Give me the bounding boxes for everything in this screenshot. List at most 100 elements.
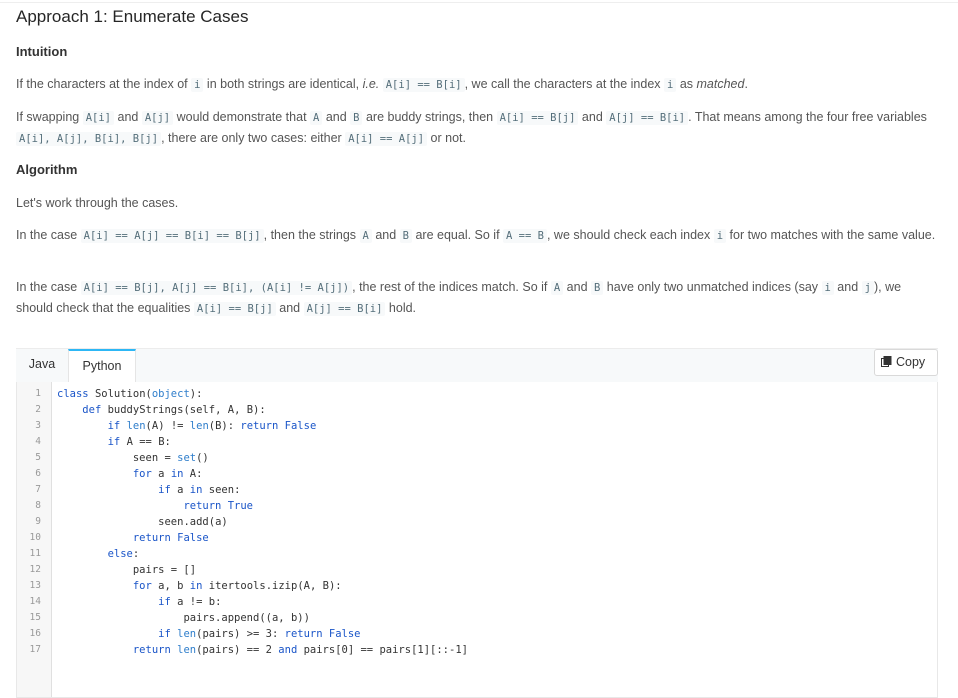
paragraph-text: and bbox=[275, 301, 304, 315]
paragraph-text: are equal. So if bbox=[412, 228, 504, 242]
inline-code: A[i] == A[j] == B[i] == B[j] bbox=[80, 229, 264, 243]
code-text: if A == B: bbox=[107, 436, 171, 448]
inline-code: A[j] bbox=[141, 111, 174, 125]
code-text: pairs.append((a, b)) bbox=[183, 612, 310, 624]
emphasis-text: i.e. bbox=[362, 77, 380, 91]
paragraph-text: would demonstrate that bbox=[173, 110, 311, 124]
inline-code: i bbox=[713, 229, 727, 243]
line-number: 9 bbox=[35, 516, 41, 527]
line-number: 15 bbox=[29, 612, 41, 623]
inline-code: i bbox=[191, 78, 204, 92]
paragraph-text: In the case bbox=[16, 280, 81, 294]
copy-button[interactable]: Copy bbox=[874, 349, 938, 376]
language-tabs: Java Python bbox=[16, 348, 938, 383]
paragraph-text: In the case bbox=[16, 228, 81, 242]
code-text: seen.add(a) bbox=[158, 516, 228, 528]
paragraph-text: and bbox=[322, 110, 351, 124]
paragraph-text: Let's work through the cases. bbox=[16, 196, 179, 210]
code-text: if len(A) != len(B): return False bbox=[107, 420, 317, 432]
paragraph-text: If the characters at the index of bbox=[16, 77, 192, 91]
paragraph-text: . That means among the four free variabl… bbox=[688, 110, 927, 124]
intuition-paragraph-2: If swapping A[i] and A[j] would demonstr… bbox=[16, 107, 936, 149]
paragraph-text: or not. bbox=[427, 131, 466, 145]
code-text: return True bbox=[183, 500, 253, 512]
code-text: for a in A: bbox=[132, 468, 203, 480]
line-number: 17 bbox=[29, 644, 41, 655]
line-number: 10 bbox=[29, 532, 41, 543]
line-number: 16 bbox=[29, 628, 41, 639]
paragraph-text: , the rest of the indices match. So if bbox=[352, 280, 551, 294]
line-number: 8 bbox=[35, 500, 41, 511]
paragraph-text: , we should check each index bbox=[546, 228, 714, 242]
line-number: 4 bbox=[35, 436, 41, 447]
code-text: return len(pairs) == 2 and pairs[0] == p… bbox=[132, 644, 468, 656]
tab-python[interactable]: Python bbox=[68, 349, 136, 383]
line-number: 7 bbox=[35, 484, 41, 495]
paragraph-text: are buddy strings, then bbox=[362, 110, 497, 124]
inline-code: A[j] == B[i] bbox=[303, 302, 386, 316]
inline-code: A[i] == B[j], A[j] == B[i], (A[i] != A[j… bbox=[80, 281, 353, 295]
line-number: 14 bbox=[29, 596, 41, 607]
algorithm-paragraph-1: Let's work through the cases. bbox=[16, 193, 936, 213]
inline-code: A bbox=[310, 111, 323, 125]
paragraph-text: and bbox=[563, 280, 591, 294]
paragraph-text: , there are only two cases: either bbox=[161, 131, 346, 145]
top-divider bbox=[0, 2, 958, 3]
code-text: class Solution(object): bbox=[57, 388, 203, 400]
line-number: 2 bbox=[35, 404, 41, 415]
line-number: 3 bbox=[35, 420, 41, 431]
line-number: 12 bbox=[29, 564, 41, 575]
inline-code: i bbox=[664, 78, 677, 92]
algorithm-paragraph-2: In the case A[i] == A[j] == B[i] == B[j]… bbox=[16, 225, 936, 246]
paragraph-text: have only two unmatched indices (say bbox=[603, 280, 822, 294]
paragraph-text: , we call the characters at the index bbox=[464, 77, 665, 91]
inline-code: B bbox=[591, 281, 604, 295]
emphasis-text: matched bbox=[696, 77, 745, 91]
algorithm-paragraph-3: In the case A[i] == B[j], A[j] == B[i], … bbox=[16, 277, 936, 319]
paragraph-text: hold. bbox=[385, 301, 417, 315]
inline-code: B bbox=[350, 111, 363, 125]
code-text: def buddyStrings(self, A, B): bbox=[82, 404, 266, 416]
intuition-heading: Intuition bbox=[16, 44, 68, 59]
paragraph-text: and bbox=[114, 110, 142, 124]
paragraph-text: as bbox=[676, 77, 697, 91]
paragraph-text: If swapping bbox=[16, 110, 83, 124]
paragraph-text: . bbox=[744, 77, 748, 91]
inline-code: A[i] == B[i] bbox=[382, 78, 465, 92]
paragraph-text: for two matches with the same value. bbox=[726, 228, 936, 242]
tab-java[interactable]: Java bbox=[16, 349, 68, 382]
code-text: return False bbox=[132, 532, 209, 544]
inline-code: A[j] == B[i] bbox=[606, 111, 689, 125]
code-text: pairs = [] bbox=[132, 564, 197, 576]
paragraph-text: and bbox=[371, 228, 400, 242]
code-text: if a != b: bbox=[158, 596, 222, 608]
inline-code: A[i] bbox=[82, 111, 115, 125]
line-number: 6 bbox=[35, 468, 41, 479]
code-text: if a in seen: bbox=[158, 484, 241, 496]
page-title: Approach 1: Enumerate Cases bbox=[16, 7, 249, 26]
inline-code: A bbox=[550, 281, 564, 295]
inline-code: B bbox=[399, 229, 412, 243]
copy-icon bbox=[881, 356, 892, 367]
line-number: 13 bbox=[29, 580, 41, 591]
code-text: else: bbox=[107, 548, 140, 560]
code-text: for a, b in itertools.izip(A, B): bbox=[132, 580, 342, 592]
inline-code: A bbox=[359, 229, 372, 243]
paragraph-text: in both strings are identical, bbox=[203, 77, 363, 91]
code-text: seen = set() bbox=[132, 452, 209, 464]
algorithm-heading: Algorithm bbox=[16, 162, 78, 177]
inline-code: A[i] == A[j] bbox=[345, 132, 428, 146]
code-text: if len(pairs) >= 3: return False bbox=[158, 628, 361, 640]
intuition-paragraph-1: If the characters at the index of i in b… bbox=[16, 74, 936, 95]
line-number: 11 bbox=[29, 548, 41, 559]
paragraph-text: , then the strings bbox=[263, 228, 360, 242]
inline-code: A == B bbox=[503, 229, 547, 243]
paragraph-text: and bbox=[578, 110, 607, 124]
inline-code: A[i], A[j], B[i], B[j] bbox=[16, 132, 162, 146]
line-number: 1 bbox=[35, 388, 41, 399]
inline-code: A[i] == B[j] bbox=[193, 302, 276, 316]
inline-code: i bbox=[821, 281, 834, 295]
copy-label: Copy bbox=[896, 355, 926, 369]
line-number: 5 bbox=[35, 452, 41, 463]
code-block[interactable]: 1 class Solution(object): 2 def buddyStrin… bbox=[16, 382, 938, 698]
